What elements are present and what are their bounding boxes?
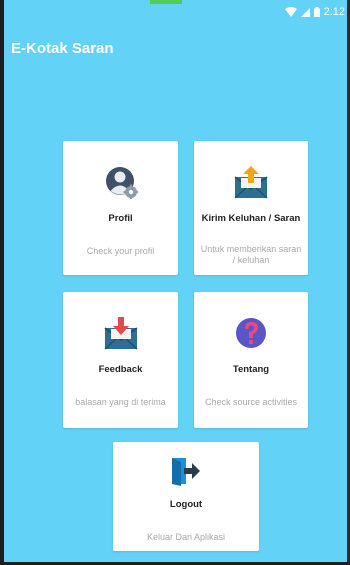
tentang-card[interactable]: Tentang Check source activities — [194, 292, 308, 428]
kirim-keluhan-title: Kirim Keluhan / Saran — [201, 213, 301, 224]
battery-icon — [313, 7, 320, 17]
logout-subtitle: Keluar Dari Aplikasi — [146, 532, 226, 542]
feedback-title: Feedback — [98, 364, 143, 375]
kirim-keluhan-subtitle: Untuk memberikan saran / keluhan — [200, 244, 302, 265]
logout-icon — [170, 456, 202, 491]
kirim-keluhan-card[interactable]: Kirim Keluhan / Saran Untuk memberikan s… — [194, 141, 308, 275]
tentang-title: Tentang — [232, 364, 270, 375]
status-bar: 2:12 — [4, 0, 347, 24]
logout-card[interactable]: Logout Keluar Dari Aplikasi — [113, 442, 259, 551]
signal-icon — [300, 7, 310, 17]
logout-title: Logout — [169, 499, 203, 510]
device-frame-left — [0, 0, 4, 565]
app-title: E-Kotak Saran — [11, 40, 114, 57]
user-settings-icon — [104, 165, 138, 204]
status-time: 2:12 — [323, 6, 345, 18]
app-screen: 2:12 E-Kotak Saran Profil Check your pro… — [0, 0, 350, 565]
feedback-card[interactable]: Feedback balasan yang di terima — [63, 292, 178, 428]
tentang-subtitle: Check source activities — [204, 397, 298, 407]
profil-subtitle: Check your profil — [86, 246, 155, 256]
feedback-subtitle: balasan yang di terima — [75, 397, 166, 407]
wifi-icon — [284, 7, 297, 17]
question-icon — [234, 316, 268, 355]
profil-title: Profil — [108, 213, 133, 224]
profil-card[interactable]: Profil Check your profil — [63, 141, 178, 275]
envelope-download-icon — [103, 316, 139, 355]
envelope-upload-icon — [233, 165, 269, 204]
